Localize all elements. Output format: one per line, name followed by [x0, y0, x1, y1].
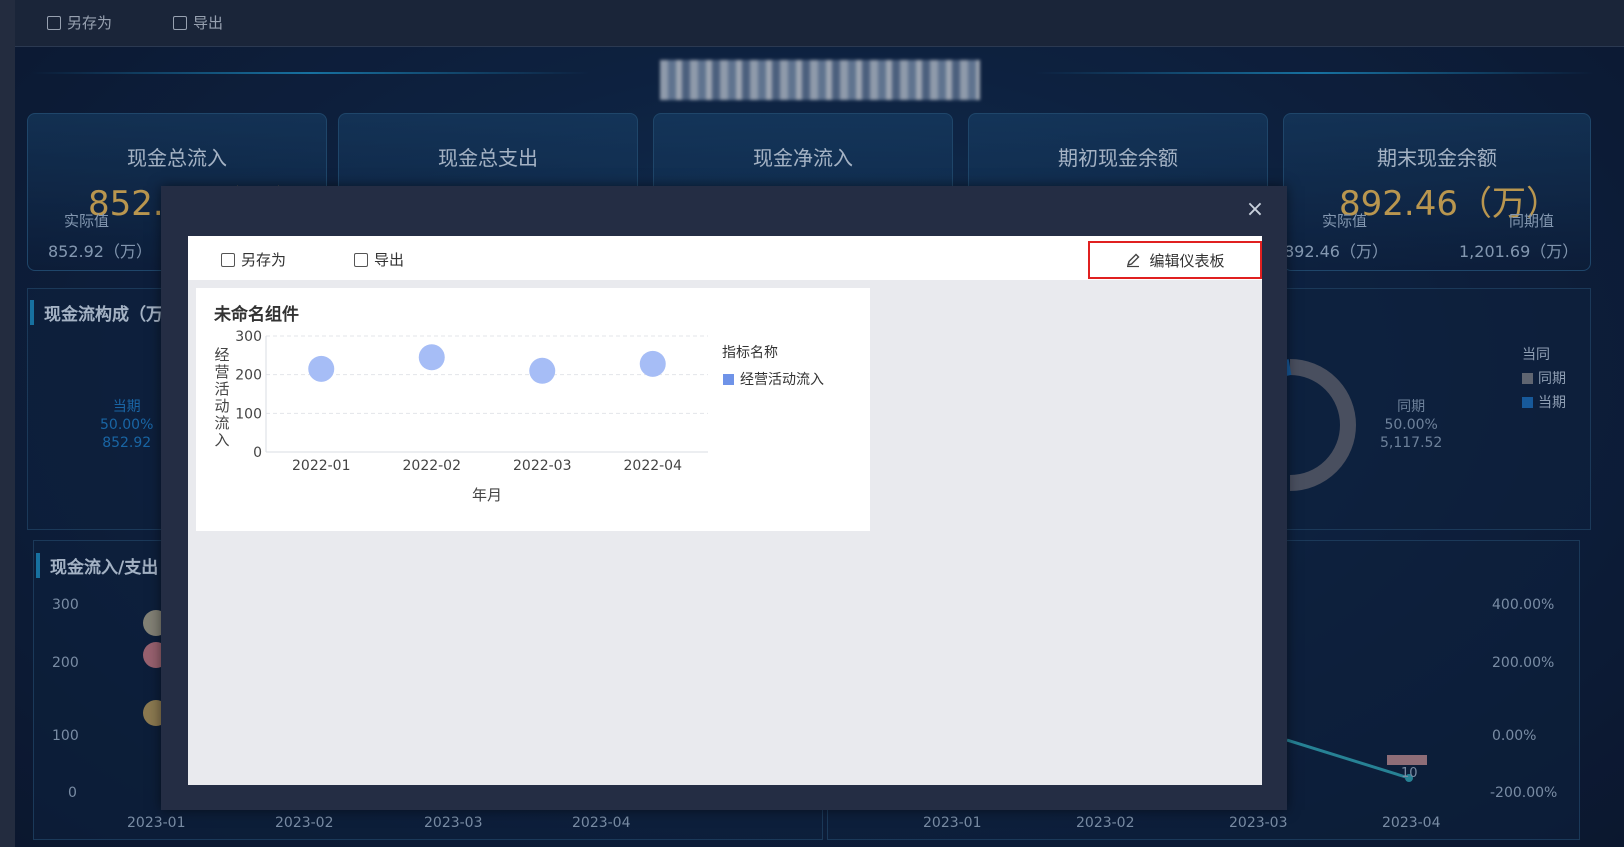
x-tick-label: 2022-04: [624, 458, 683, 474]
scatter-point: [418, 344, 445, 371]
save-as-icon: [221, 252, 235, 267]
y-tick-label: 200: [235, 368, 262, 384]
scatter-point: [639, 350, 666, 377]
scatter-chart: 0 100 200 300 2022-01 2022-02 2022-03 2022-04 年月…: [214, 329, 824, 504]
x-tick-label: 2022-02: [403, 458, 462, 474]
scatter-point: [529, 357, 556, 384]
preview-modal: × 另存为 导出 编辑仪表板 未命名组件 0 100 200 300 2022-01 20…: [161, 186, 1287, 810]
x-tick-label: 2022-01: [292, 458, 351, 474]
x-tick-label: 2022-03: [513, 458, 572, 474]
pencil-icon: [1127, 253, 1140, 268]
modal-toolbar: 另存为 导出 编辑仪表板: [188, 236, 1262, 280]
edit-dashboard-button[interactable]: 编辑仪表板: [1088, 241, 1262, 279]
y-tick-label: 0: [253, 445, 262, 461]
x-axis-title: 年月: [472, 486, 502, 504]
chart-widget: 未命名组件 0 100 200 300 2022-01 2022-02 2022-03 202…: [196, 288, 870, 531]
export-icon: [354, 252, 368, 267]
legend-title: 指标名称: [722, 345, 778, 361]
legend-label: 经营活动流入: [740, 372, 824, 388]
modal-save-as-button[interactable]: 另存为: [221, 249, 286, 270]
scatter-point: [308, 355, 335, 382]
y-tick-label: 100: [235, 406, 262, 422]
y-axis-title: 经营活动流入: [214, 346, 229, 449]
legend-swatch: [723, 374, 734, 385]
modal-export-button[interactable]: 导出: [354, 249, 404, 270]
modal-content: 另存为 导出 编辑仪表板 未命名组件 0 100 200 300 2022-01 2022…: [188, 236, 1262, 785]
y-tick-label: 300: [235, 329, 262, 345]
close-icon[interactable]: ×: [1245, 199, 1265, 221]
